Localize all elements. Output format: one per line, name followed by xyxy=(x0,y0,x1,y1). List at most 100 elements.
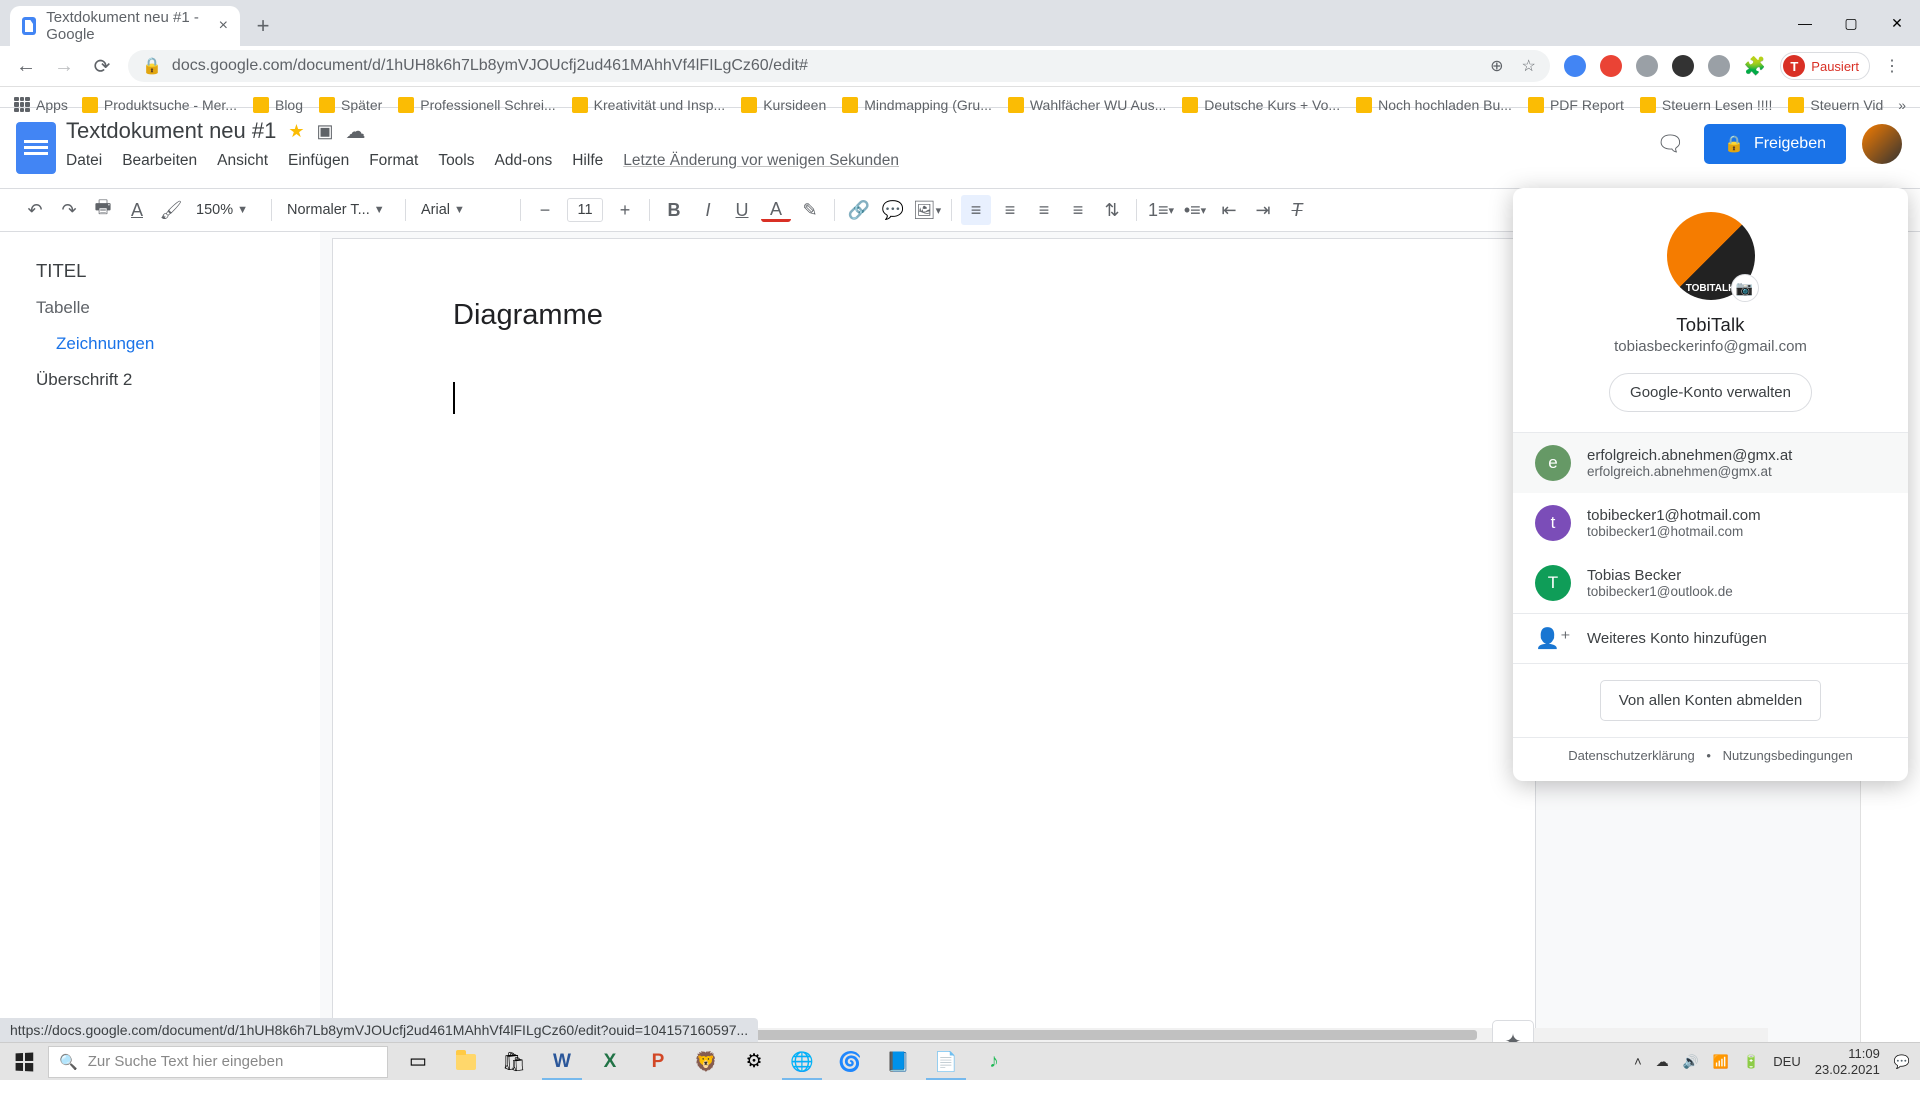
bookmark-item[interactable]: Produktsuche - Mer... xyxy=(82,97,237,113)
notifications-icon[interactable]: 💬 xyxy=(1894,1054,1910,1070)
extensions-menu-icon[interactable]: 🧩 xyxy=(1744,56,1766,77)
bookmark-item[interactable]: Mindmapping (Gru... xyxy=(842,97,992,113)
back-button[interactable]: ← xyxy=(14,54,38,78)
last-change-link[interactable]: Letzte Änderung vor wenigen Sekunden xyxy=(623,152,899,170)
increase-indent-button[interactable]: ⇥ xyxy=(1248,195,1278,225)
new-tab-button[interactable]: + xyxy=(248,11,278,41)
edge-icon[interactable]: 🌀 xyxy=(826,1043,874,1080)
windows-search-input[interactable]: 🔍 Zur Suche Text hier eingeben xyxy=(48,1046,388,1078)
outline-item-u2[interactable]: Überschrift 2 xyxy=(36,362,300,398)
spellcheck-button[interactable]: A xyxy=(122,195,152,225)
extension-icon-1[interactable] xyxy=(1564,55,1586,77)
task-view-icon[interactable]: ▭ xyxy=(394,1043,442,1080)
bookmark-item[interactable]: Professionell Schrei... xyxy=(398,97,555,113)
signout-all-button[interactable]: Von allen Konten abmelden xyxy=(1600,680,1821,721)
battery-icon[interactable]: 🔋 xyxy=(1743,1054,1759,1070)
window-minimize-button[interactable]: — xyxy=(1782,0,1828,46)
network-icon[interactable]: 📶 xyxy=(1713,1054,1729,1070)
bookmark-item[interactable]: Noch hochladen Bu... xyxy=(1356,97,1512,113)
bookmark-item[interactable]: PDF Report xyxy=(1528,97,1624,113)
menu-hilfe[interactable]: Hilfe xyxy=(572,152,603,170)
bookmark-item[interactable]: Deutsche Kurs + Vo... xyxy=(1182,97,1340,113)
line-spacing-button[interactable]: ⇅ xyxy=(1097,195,1127,225)
bulleted-list-button[interactable]: •≡▾ xyxy=(1180,195,1210,225)
zoom-icon[interactable]: ⊕ xyxy=(1490,56,1503,76)
cloud-status-icon[interactable]: ☁ xyxy=(346,119,366,144)
file-explorer-icon[interactable] xyxy=(442,1043,490,1080)
insert-link-button[interactable]: 🔗 xyxy=(844,195,874,225)
window-maximize-button[interactable]: ▢ xyxy=(1828,0,1874,46)
bookmark-item[interactable]: Blog xyxy=(253,97,303,113)
bookmark-item[interactable]: Später xyxy=(319,97,382,113)
insert-comment-button[interactable]: 💬 xyxy=(878,195,908,225)
undo-button[interactable]: ↶ xyxy=(20,195,50,225)
paint-format-button[interactable]: 🖌 xyxy=(156,195,186,225)
extension-icon-4[interactable] xyxy=(1672,55,1694,77)
store-icon[interactable]: 🛍 xyxy=(490,1043,538,1080)
docs-logo-icon[interactable] xyxy=(16,122,56,174)
bookmark-item[interactable]: Kursideen xyxy=(741,97,826,113)
star-icon[interactable]: ☆ xyxy=(1522,56,1536,76)
spotify-icon[interactable]: ♪ xyxy=(970,1043,1018,1080)
bookmark-item[interactable]: Wahlfächer WU Aus... xyxy=(1008,97,1166,113)
star-document-icon[interactable]: ★ xyxy=(288,121,304,142)
switch-account-row[interactable]: ttobibecker1@hotmail.comtobibecker1@hotm… xyxy=(1513,493,1908,553)
move-document-icon[interactable]: ▣ xyxy=(317,121,334,142)
extension-icon-5[interactable] xyxy=(1708,55,1730,77)
clock[interactable]: 11:09 23.02.2021 xyxy=(1815,1046,1880,1077)
terms-link[interactable]: Nutzungsbedingungen xyxy=(1723,748,1853,763)
bold-button[interactable]: B xyxy=(659,195,689,225)
align-left-button[interactable]: ≡ xyxy=(961,195,991,225)
privacy-link[interactable]: Datenschutzerklärung xyxy=(1568,748,1694,763)
decrease-fontsize-button[interactable]: − xyxy=(530,195,560,225)
menu-bearbeiten[interactable]: Bearbeiten xyxy=(122,152,197,170)
decrease-indent-button[interactable]: ⇤ xyxy=(1214,195,1244,225)
chrome-icon[interactable]: 🌐 xyxy=(778,1043,826,1080)
outline-item-tabelle[interactable]: Tabelle xyxy=(36,290,300,326)
menu-ansicht[interactable]: Ansicht xyxy=(217,152,268,170)
menu-format[interactable]: Format xyxy=(369,152,418,170)
align-center-button[interactable]: ≡ xyxy=(995,195,1025,225)
font-select[interactable]: Arial▼ xyxy=(415,202,511,218)
align-right-button[interactable]: ≡ xyxy=(1029,195,1059,225)
forward-button[interactable]: → xyxy=(52,54,76,78)
bookmark-item[interactable]: Steuern Videos wic... xyxy=(1788,97,1884,113)
fontsize-input[interactable] xyxy=(567,198,603,222)
apps-shortcut[interactable]: Apps xyxy=(14,97,68,113)
increase-fontsize-button[interactable]: + xyxy=(610,195,640,225)
window-close-button[interactable]: ✕ xyxy=(1874,0,1920,46)
switch-account-row[interactable]: eerfolgreich.abnehmen@gmx.aterfolgreich.… xyxy=(1513,433,1908,493)
print-button[interactable]: 🖶 xyxy=(88,195,118,225)
address-bar[interactable]: 🔒 docs.google.com/document/d/1hUH8k6h7Lb… xyxy=(128,50,1550,82)
bookmarks-overflow-icon[interactable]: » xyxy=(1898,97,1906,113)
insert-image-button[interactable]: 🖼▾ xyxy=(912,195,942,225)
redo-button[interactable]: ↷ xyxy=(54,195,84,225)
comment-history-icon[interactable]: 🗨 xyxy=(1652,126,1688,162)
bookmark-item[interactable]: Steuern Lesen !!!! xyxy=(1640,97,1773,113)
add-account-button[interactable]: 👤⁺ Weiteres Konto hinzufügen xyxy=(1513,614,1908,663)
clear-formatting-button[interactable]: T xyxy=(1282,195,1312,225)
numbered-list-button[interactable]: 1≡▾ xyxy=(1146,195,1176,225)
highlight-button[interactable]: ✎ xyxy=(795,195,825,225)
outline-item-titel[interactable]: TITEL xyxy=(36,252,300,290)
start-button[interactable] xyxy=(0,1043,48,1080)
share-button[interactable]: 🔒 Freigeben xyxy=(1704,124,1846,164)
menu-einfügen[interactable]: Einfügen xyxy=(288,152,349,170)
notepad-icon[interactable]: 📄 xyxy=(922,1043,970,1080)
align-justify-button[interactable]: ≡ xyxy=(1063,195,1093,225)
horizontal-scrollbar[interactable] xyxy=(640,1028,1768,1042)
excel-icon[interactable]: X xyxy=(586,1043,634,1080)
obs-icon[interactable]: ⚙ xyxy=(730,1043,778,1080)
menu-datei[interactable]: Datei xyxy=(66,152,102,170)
paragraph-style-select[interactable]: Normaler T...▼ xyxy=(281,202,396,218)
italic-button[interactable]: I xyxy=(693,195,723,225)
account-avatar-button[interactable] xyxy=(1862,124,1902,164)
app-icon-1[interactable]: 📘 xyxy=(874,1043,922,1080)
tray-expand-icon[interactable]: ˄ xyxy=(1634,1054,1642,1069)
word-icon[interactable]: W xyxy=(538,1043,586,1080)
menu-tools[interactable]: Tools xyxy=(438,152,474,170)
change-avatar-icon[interactable]: 📷 xyxy=(1731,274,1759,302)
reload-button[interactable]: ⟳ xyxy=(90,54,114,78)
underline-button[interactable]: U xyxy=(727,195,757,225)
extension-icon-3[interactable] xyxy=(1636,55,1658,77)
